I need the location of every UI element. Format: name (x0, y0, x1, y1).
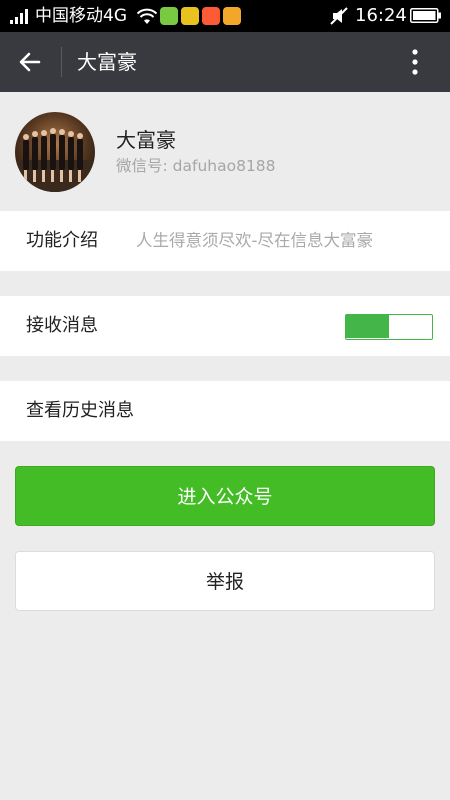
avatar[interactable] (15, 112, 95, 192)
report-button[interactable]: 举报 (15, 551, 435, 611)
wifi-icon (137, 8, 157, 24)
clock-label: 16:24 (355, 5, 407, 26)
account-name: 大富豪 (116, 128, 176, 152)
profile-header: 大富豪 微信号: dafuhao8188 (0, 92, 450, 210)
wechat-id-label: 微信号: (116, 157, 173, 175)
receive-messages-toggle[interactable] (345, 314, 433, 340)
wechat-id: 微信号: dafuhao8188 (116, 156, 276, 176)
wechat-id-value: dafuhao8188 (172, 157, 276, 175)
more-vertical-icon[interactable] (400, 46, 430, 78)
action-bar-divider (61, 47, 62, 77)
notification-app-icon (223, 7, 241, 25)
notification-app-icon (202, 7, 220, 25)
arrow-left-icon[interactable] (14, 46, 46, 78)
battery-icon (410, 8, 441, 23)
notification-app-icon (160, 7, 178, 25)
receive-messages-label: 接收消息 (26, 315, 98, 336)
carrier-label: 中国移动4G (35, 6, 127, 26)
history-label: 查看历史消息 (26, 400, 134, 421)
history-cell[interactable]: 查看历史消息 (0, 381, 450, 441)
intro-value: 人生得意须尽欢-尽在信息大富豪 (136, 231, 373, 250)
status-bar: 中国移动4G 16:24 (0, 0, 450, 32)
signal-icon (10, 9, 28, 24)
receive-messages-cell: 接收消息 (0, 296, 450, 356)
page-title: 大富豪 (77, 50, 137, 74)
intro-label: 功能介绍 (26, 230, 98, 251)
intro-cell: 功能介绍 人生得意须尽欢-尽在信息大富豪 (0, 211, 450, 271)
mute-icon (330, 7, 348, 25)
action-bar: 大富豪 (0, 32, 450, 92)
notification-app-icon (181, 7, 199, 25)
toggle-on-indicator (346, 315, 389, 338)
enter-account-button[interactable]: 进入公众号 (15, 466, 435, 526)
